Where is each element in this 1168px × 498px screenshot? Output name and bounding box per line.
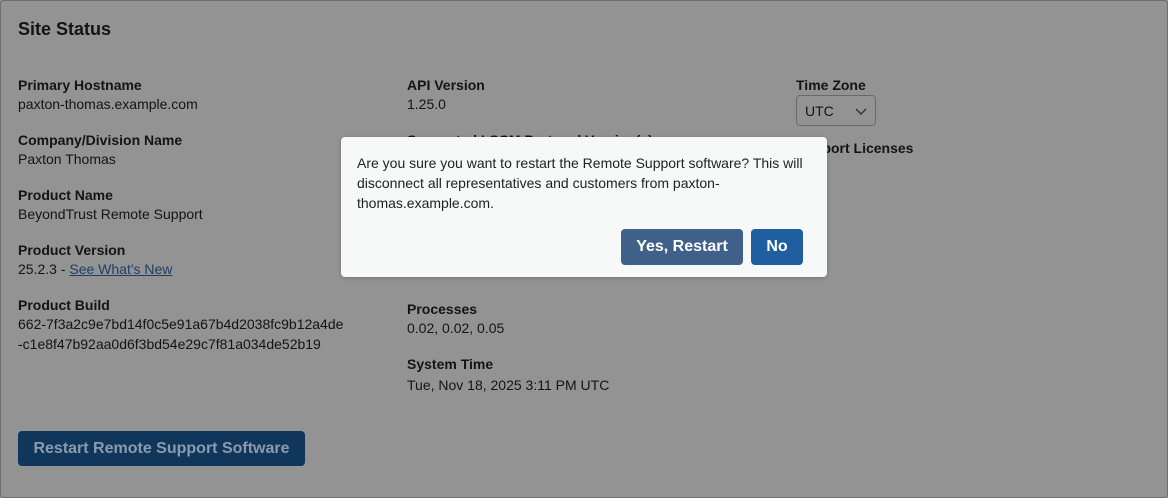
company-name: Company/Division Name Paxton Thomas — [18, 131, 348, 169]
yes-restart-button[interactable]: Yes, Restart — [621, 229, 743, 265]
value: 0.02, 0.02, 0.05 — [407, 320, 505, 336]
label: Product Build — [18, 297, 110, 313]
chevron-down-icon — [855, 103, 867, 119]
value: Tue, Nov 18, 2025 3:11 PM UTC — [407, 377, 610, 393]
lower-fields: Processes 0.02, 0.02, 0.05 System Time T… — [407, 300, 707, 412]
version-text: 25.2.3 - — [18, 261, 70, 277]
primary-hostname: Primary Hostname paxton-thomas.example.c… — [18, 76, 348, 114]
restart-software-button[interactable]: Restart Remote Support Software — [18, 431, 305, 466]
label: Company/Division Name — [18, 132, 183, 148]
processes: Processes 0.02, 0.02, 0.05 — [407, 300, 707, 338]
column-1: Primary Hostname paxton-thomas.example.c… — [18, 76, 348, 371]
no-button[interactable]: No — [751, 229, 803, 265]
value: Paxton Thomas — [18, 151, 116, 167]
restart-confirm-dialog: Are you sure you want to restart the Rem… — [341, 137, 827, 277]
value: 662-7f3a2c9e7bd14f0c5e91a67b4d2038fc9b12… — [18, 316, 344, 352]
dialog-message: Are you sure you want to restart the Rem… — [357, 155, 803, 211]
value: 25.2.3 - See What's New — [18, 259, 348, 279]
system-time: System Time Tue, Nov 18, 2025 3:11 PM UT… — [407, 355, 707, 395]
api-version: API Version 1.25.0 — [407, 76, 653, 114]
label: Product Version — [18, 242, 126, 258]
label: API Version — [407, 77, 485, 93]
value: BeyondTrust Remote Support — [18, 206, 203, 222]
page-title: Site Status — [18, 19, 112, 39]
value: paxton-thomas.example.com — [18, 96, 198, 112]
whats-new-link[interactable]: See What's New — [69, 261, 172, 277]
time-zone-select[interactable]: UTC — [796, 95, 876, 126]
label: Primary Hostname — [18, 77, 142, 93]
label: System Time — [407, 356, 494, 372]
product-version: Product Version 25.2.3 - See What's New — [18, 241, 348, 279]
product-build: Product Build 662-7f3a2c9e7bd14f0c5e91a6… — [18, 296, 348, 354]
product-name: Product Name BeyondTrust Remote Support — [18, 186, 348, 224]
label: Processes — [407, 301, 478, 317]
select-value: UTC — [805, 102, 834, 119]
label: Product Name — [18, 187, 113, 203]
time-zone: Time Zone UTC — [796, 76, 913, 126]
value: 1.25.0 — [407, 96, 446, 112]
label: Time Zone — [796, 77, 866, 93]
